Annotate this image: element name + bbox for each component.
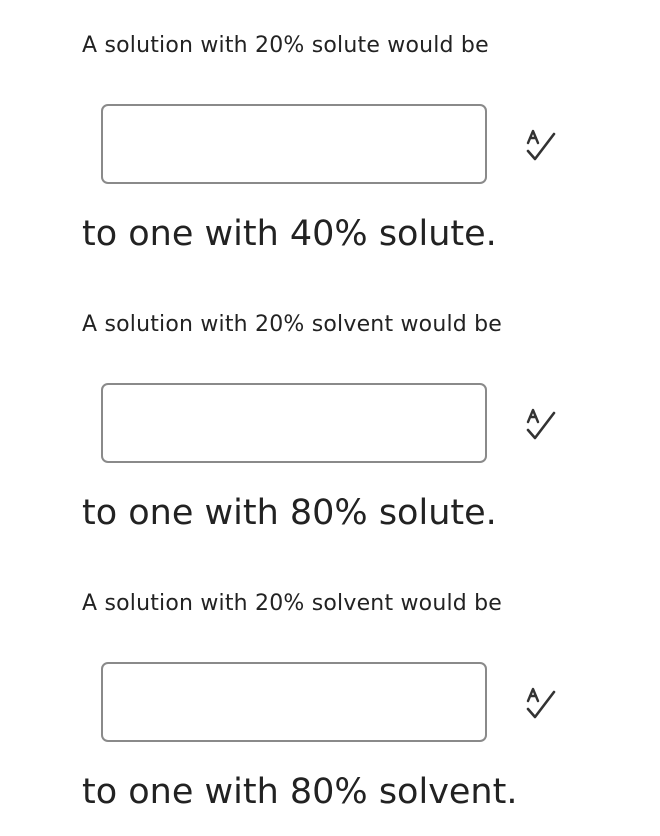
answer-input[interactable] — [101, 104, 487, 184]
question-suffix: to one with 80% solute. — [82, 493, 497, 533]
question-suffix: to one with 80% solvent. — [82, 772, 518, 812]
spell-check-icon[interactable] — [519, 405, 559, 445]
question-prompt: A solution with 20% solvent would be — [82, 591, 503, 616]
spell-check-icon[interactable] — [519, 126, 559, 166]
question-suffix: to one with 40% solute. — [82, 214, 497, 254]
answer-input[interactable] — [101, 662, 487, 742]
question-prompt: A solution with 20% solute would be — [82, 33, 489, 58]
spell-check-icon[interactable] — [519, 684, 559, 724]
question-prompt: A solution with 20% solvent would be — [82, 312, 503, 337]
answer-input[interactable] — [101, 383, 487, 463]
